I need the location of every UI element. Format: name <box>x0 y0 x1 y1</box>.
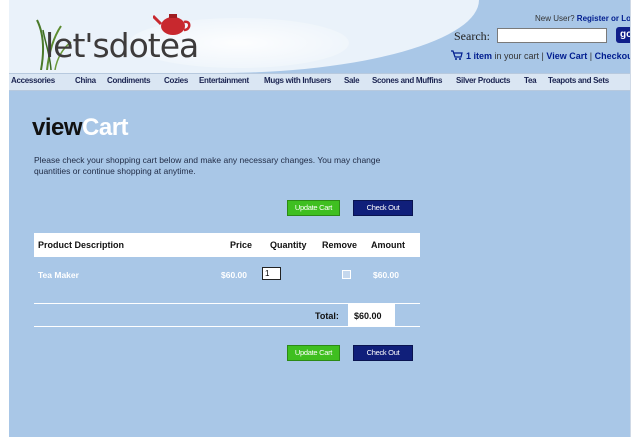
quantity-input[interactable]: 1 <box>262 267 281 280</box>
header: let'sdotea New User? Register or Log I S… <box>9 0 631 73</box>
product-name[interactable]: Tea Maker <box>38 270 79 280</box>
nav-item-teapots-and-sets[interactable]: Teapots and Sets <box>548 76 609 85</box>
nav-item-china[interactable]: China <box>75 76 96 85</box>
intro-text: Please check your shopping cart below an… <box>34 155 381 176</box>
register-link[interactable]: Register or Log I <box>577 14 631 23</box>
go-button[interactable]: go <box>616 27 631 43</box>
cart-separator: | <box>587 51 595 61</box>
search-input[interactable] <box>497 28 607 43</box>
logo[interactable]: let'sdotea <box>35 14 215 70</box>
nav-item-condiments[interactable]: Condiments <box>107 76 151 85</box>
header-quantity: Quantity <box>270 240 307 250</box>
update-cart-button-bottom[interactable]: Update Cart <box>287 345 340 361</box>
nav-item-scones-and-muffins[interactable]: Scones and Muffins <box>372 76 442 85</box>
cart-icon <box>451 50 463 60</box>
update-cart-button-top[interactable]: Update Cart <box>287 200 340 216</box>
table-header: Product Description Price Quantity Remov… <box>34 233 420 257</box>
search-label: Search: <box>454 29 490 43</box>
nav-item-mugs-with-infusers[interactable]: Mugs with Infusers <box>264 76 331 85</box>
product-amount: $60.00 <box>373 270 399 280</box>
user-links: New User? Register or Log I <box>535 14 631 23</box>
header-product-description: Product Description <box>38 240 125 250</box>
header-price: Price <box>230 240 253 250</box>
total-value: $60.00 <box>354 311 382 321</box>
product-price: $60.00 <box>221 270 247 280</box>
cart-summary: 1 item in your cart | View Cart | Checko… <box>451 50 631 61</box>
teapot-icon <box>153 14 191 35</box>
remove-checkbox[interactable] <box>342 270 351 279</box>
check-out-button-top[interactable]: Check Out <box>353 200 413 216</box>
view-cart-link[interactable]: View Cart <box>546 51 587 61</box>
page: let'sdotea New User? Register or Log I S… <box>9 0 631 437</box>
new-user-text: New User? <box>535 14 577 23</box>
nav-item-tea[interactable]: Tea <box>524 76 537 85</box>
total-label: Total: <box>315 311 339 321</box>
page-title-cart: Cart <box>82 114 129 141</box>
checkout-link[interactable]: Checkou <box>595 51 631 61</box>
check-out-button-bottom[interactable]: Check Out <box>353 345 413 361</box>
nav-item-cozies[interactable]: Cozies <box>164 76 188 85</box>
nav-item-silver-products[interactable]: Silver Products <box>456 76 511 85</box>
header-amount: Amount <box>371 240 405 250</box>
nav-item-sale[interactable]: Sale <box>344 76 360 85</box>
cart-count[interactable]: 1 item <box>466 51 492 61</box>
page-title-view: view <box>32 114 83 141</box>
nav-item-entertainment[interactable]: Entertainment <box>199 76 249 85</box>
cart-text: in your cart | <box>492 51 547 61</box>
header-remove: Remove <box>322 240 358 250</box>
category-nav: Accessories China Condiments Cozies Ente… <box>9 73 631 91</box>
nav-item-accessories[interactable]: Accessories <box>11 76 55 85</box>
page-title: viewCart <box>32 114 129 142</box>
